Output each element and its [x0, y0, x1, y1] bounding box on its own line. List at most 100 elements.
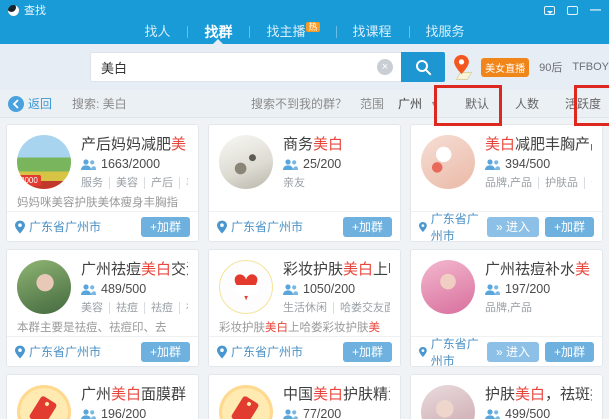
group-tags: 品牌,产品护肤品化妆品香水…	[485, 174, 592, 190]
group-title[interactable]: 彩妆护肤美白上哈娄	[283, 260, 390, 279]
group-card: 彩妆护肤美白上哈娄 1050/200 生活休闲哈娄交友面膜哈娄星... 彩妆护肤…	[208, 249, 401, 367]
location-pin-icon	[419, 345, 427, 359]
group-title[interactable]: 商务美白	[283, 135, 390, 154]
group-card: 护肤美白，祛斑抗皱 499/500 美容护肤品祛斑	[410, 374, 603, 419]
sort-default[interactable]: 默认	[465, 95, 489, 112]
group-title[interactable]: 美白减肥丰胸产品交流	[485, 135, 592, 154]
quick-link-90s[interactable]: 90后	[539, 59, 562, 75]
group-location: 广东省广州市	[29, 218, 101, 235]
qq-logo-icon	[8, 5, 19, 16]
group-tags: 美容祛痘祛痘祛痘祛痘…	[81, 299, 188, 315]
quick-link-tfboy[interactable]: TFBOY	[572, 61, 609, 73]
location-pin-icon	[217, 220, 227, 234]
group-card: 广州祛痘补水美白群 197/200 品牌,产品	[410, 249, 603, 367]
join-group-button[interactable]: +加群	[545, 217, 594, 237]
group-avatar[interactable]	[421, 385, 475, 419]
group-avatar[interactable]	[219, 135, 273, 189]
avatar-member-badge: 2000	[17, 175, 41, 186]
group-title[interactable]: 广州美白面膜群	[81, 385, 188, 404]
location-pin-icon	[15, 220, 25, 234]
tab-find-service[interactable]: 找服务	[409, 20, 482, 44]
group-avatar[interactable]	[421, 260, 475, 314]
feedback-icon[interactable]	[544, 6, 555, 15]
group-avatar[interactable]	[219, 385, 273, 419]
group-location: 广东省广州市	[431, 335, 487, 368]
enter-group-button[interactable]: » 进入	[487, 217, 539, 237]
location-pin-icon	[419, 220, 427, 234]
members-icon	[283, 159, 298, 170]
member-count: 196/200	[101, 407, 146, 419]
join-group-button[interactable]: +加群	[545, 342, 594, 362]
member-count: 489/500	[101, 282, 146, 296]
group-title[interactable]: 广州祛痘美白交流	[81, 260, 188, 279]
minimize-button[interactable]: —	[590, 6, 601, 15]
group-location: 广东省广州市	[231, 343, 303, 360]
current-query-label: 搜索: 美白	[72, 95, 127, 112]
group-tags: 亲友	[283, 174, 390, 190]
group-location: 广东省广州市	[431, 210, 487, 243]
search-input[interactable]	[90, 52, 401, 82]
tab-find-people[interactable]: 找人	[127, 20, 187, 44]
window-header: 查找 — 找人 找群 找主播热 找课程 找服务	[0, 0, 609, 44]
members-icon	[81, 159, 96, 170]
group-tags: 生活休闲哈娄交友面膜哈娄星...	[283, 299, 390, 315]
group-title[interactable]: 产后妈妈减肥美白丰胸	[81, 135, 188, 154]
group-tags: 服务美容产后丰胸面膜…	[81, 174, 188, 190]
scope-dropdown[interactable]: 广州 ▼	[398, 95, 439, 112]
group-avatar[interactable]	[17, 385, 71, 419]
members-icon	[81, 409, 96, 419]
group-card: 中国美白护肤精油群 77/200 品牌,产品	[208, 374, 401, 419]
join-group-button[interactable]: +加群	[141, 342, 190, 362]
members-icon	[81, 284, 96, 295]
member-count: 77/200	[303, 407, 341, 419]
group-title[interactable]: 中国美白护肤精油群	[283, 385, 390, 404]
group-grid: 2000 产后妈妈减肥美白丰胸 1663/2000 服务美容产后丰胸面膜…	[0, 119, 609, 419]
search-button[interactable]	[401, 52, 445, 82]
join-group-button[interactable]: +加群	[343, 217, 392, 237]
chevron-down-icon: ▼	[430, 99, 439, 109]
join-group-button[interactable]: +加群	[343, 342, 392, 362]
group-avatar[interactable]	[219, 260, 273, 314]
nearby-groups-icon[interactable]	[454, 55, 469, 79]
find-group-window: 查找 — 找人 找群 找主播热 找课程 找服务 ×	[0, 0, 609, 419]
filter-bar: 返回 搜索: 美白 搜索不到我的群？ 范围 广州 ▼ 默认 人数 活跃度	[0, 90, 609, 118]
tab-find-streamer[interactable]: 找主播热	[249, 20, 335, 45]
location-pin-icon	[217, 345, 227, 359]
tab-find-group[interactable]: 找群	[187, 20, 249, 44]
sort-members[interactable]: 人数	[515, 95, 539, 112]
tab-find-course[interactable]: 找课程	[336, 20, 409, 44]
members-icon	[485, 284, 500, 295]
join-group-button[interactable]: +加群	[141, 217, 190, 237]
group-card: 美白减肥丰胸产品交流 394/500 品牌,产品护肤品化妆品香水…	[410, 124, 603, 242]
titlebar: 查找 —	[0, 0, 609, 20]
group-location: 广东省广州市	[29, 343, 101, 360]
group-title[interactable]: 广州祛痘补水美白群	[485, 260, 592, 279]
group-location: 广东省广州市	[231, 218, 303, 235]
back-button[interactable]: 返回	[8, 95, 52, 112]
back-arrow-icon	[8, 96, 24, 112]
nav-tabs: 找人 找群 找主播热 找课程 找服务	[0, 20, 609, 44]
search-strip: × 美女直播 90后 TFBOY	[0, 44, 609, 90]
group-card: 商务美白 25/200 亲友	[208, 124, 401, 242]
window-title: 查找	[24, 2, 46, 18]
clear-search-icon[interactable]: ×	[377, 59, 393, 75]
members-icon	[485, 159, 500, 170]
sort-activity[interactable]: 活跃度	[565, 95, 601, 112]
group-card: 广州祛痘美白交流 489/500 美容祛痘祛痘祛痘祛痘… 本群主要是祛痘、祛痘印…	[6, 249, 199, 367]
member-count: 197/200	[505, 282, 550, 296]
member-count: 25/200	[303, 157, 341, 171]
group-avatar[interactable]	[17, 260, 71, 314]
location-pin-icon	[15, 345, 25, 359]
group-avatar[interactable]	[421, 135, 475, 189]
live-beauty-badge[interactable]: 美女直播	[481, 58, 529, 77]
member-count: 499/500	[505, 407, 550, 419]
member-count: 1050/200	[303, 282, 355, 296]
enter-group-button[interactable]: » 进入	[487, 342, 539, 362]
app-box-icon[interactable]	[567, 6, 578, 15]
members-icon	[485, 409, 500, 419]
hot-badge: 热	[306, 22, 319, 32]
group-avatar[interactable]: 2000	[17, 135, 71, 189]
cant-find-group-link[interactable]: 搜索不到我的群？	[251, 95, 347, 112]
group-title[interactable]: 护肤美白，祛斑抗皱	[485, 385, 592, 404]
member-count: 394/500	[505, 157, 550, 171]
